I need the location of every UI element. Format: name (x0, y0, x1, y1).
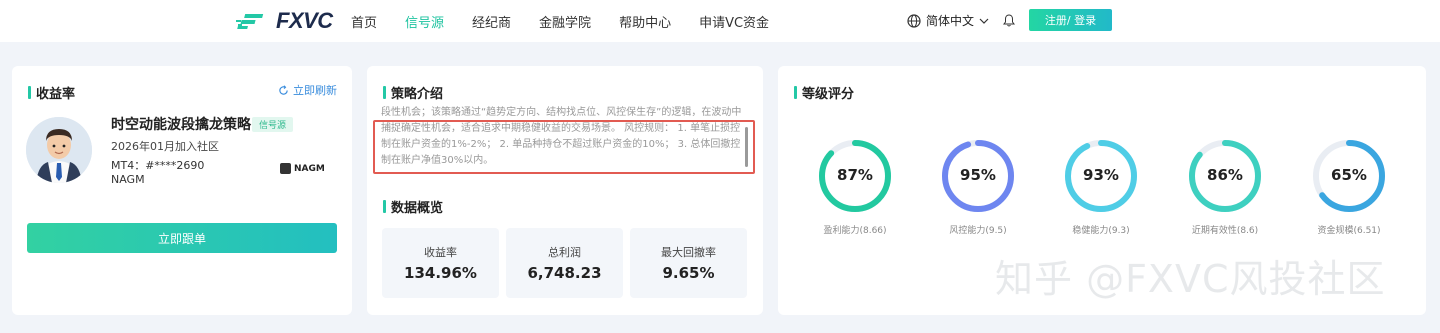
gauge-capital-scale: 65% (1311, 138, 1387, 214)
stat-return: 收益率 134.96% (382, 228, 499, 298)
fxvc-logo[interactable]: FXVC (234, 8, 333, 34)
top-navbar: FXVC 首页 信号源 经纪商 金融学院 帮助中心 申请VC资金 简体中文 注册… (0, 0, 1440, 42)
language-label: 简体中文 (926, 14, 975, 28)
return-title-text: 收益率 (36, 87, 76, 102)
mt4-account: MT4：#****2690 (111, 159, 205, 172)
avatar-illustration (26, 117, 92, 183)
stat-value: 9.65% (662, 264, 715, 282)
title-accent-bar (383, 200, 386, 213)
nav-brokers[interactable]: 经纪商 (472, 12, 511, 31)
rating-title: 等级评分 (794, 83, 854, 102)
stat-label: 总利润 (548, 246, 581, 259)
intro-scrollbar[interactable] (745, 127, 748, 167)
broker-logo-icon (280, 163, 291, 174)
gauge-label: 风控能力(9.5) (949, 226, 1007, 236)
follow-button[interactable]: 立即跟单 (27, 223, 337, 253)
title-accent-bar (383, 86, 386, 99)
watermark: 知乎 @FXVC风投社区 (995, 257, 1386, 301)
strategy-name[interactable]: 时空动能波段擒龙策略 (111, 114, 251, 134)
register-login-button[interactable]: 注册/ 登录 (1029, 9, 1112, 31)
stat-value: 6,748.23 (527, 264, 602, 282)
broker-logo-text: NAGM (294, 163, 325, 174)
gauge-value: 93% (1083, 166, 1119, 184)
intro-title-text: 策略介绍 (391, 87, 444, 102)
refresh-icon (279, 84, 288, 95)
broker-logo: NAGM (280, 163, 325, 174)
gauge-label: 资金规模(6.51) (1317, 226, 1381, 236)
profile-card (12, 66, 352, 315)
gauge-value: 65% (1331, 166, 1367, 184)
rating-title-text: 等级评分 (802, 87, 855, 102)
gauge-value: 87% (837, 166, 873, 184)
gauge-label: 盈利能力(8.66) (823, 226, 887, 236)
chevron-down-icon (979, 18, 989, 24)
gauge-label: 稳健能力(9.3) (1072, 226, 1130, 236)
refresh-label: 立即刷新 (293, 84, 337, 97)
stat-value: 134.96% (404, 264, 477, 282)
nav-help[interactable]: 帮助中心 (619, 12, 671, 31)
globe-icon (907, 13, 921, 28)
return-card-title: 收益率 (28, 83, 75, 102)
gauge-value: 86% (1207, 166, 1243, 184)
bell-icon[interactable] (1003, 14, 1015, 27)
gauge-recent-effectiveness: 86% (1187, 138, 1263, 214)
overview-title-text: 数据概览 (391, 201, 444, 216)
gauge-stability: 93% (1063, 138, 1139, 214)
intro-title: 策略介绍 (383, 83, 443, 102)
highlight-box (373, 120, 755, 174)
nav-academy[interactable]: 金融学院 (539, 12, 591, 31)
logo-mark-icon (236, 14, 264, 29)
gauge-profitability: 87% (817, 138, 893, 214)
nav-signals[interactable]: 信号源 (405, 12, 444, 31)
gauge-value: 95% (960, 166, 996, 184)
gauge-label: 近期有效性(8.6) (1191, 226, 1259, 236)
title-accent-bar (794, 86, 797, 99)
overview-title: 数据概览 (383, 197, 443, 216)
signal-source-tag: 信号源 (252, 117, 293, 132)
title-accent-bar (28, 86, 31, 99)
stat-max-drawdown: 最大回撤率 9.65% (630, 228, 747, 298)
avatar (26, 117, 92, 183)
language-selector[interactable]: 简体中文 (907, 12, 989, 29)
main-nav: 首页 信号源 经纪商 金融学院 帮助中心 申请VC资金 (351, 0, 797, 42)
logo-text: FXVC (276, 8, 333, 33)
broker-name: NAGM (111, 173, 145, 186)
nav-home[interactable]: 首页 (351, 12, 377, 31)
nav-apply-vc[interactable]: 申请VC资金 (699, 12, 769, 31)
stat-label: 最大回撤率 (661, 246, 716, 259)
join-date: 2026年01月加入社区 (111, 140, 219, 153)
stat-total-profit: 总利润 6,748.23 (506, 228, 623, 298)
gauge-risk-control: 95% (940, 138, 1016, 214)
stat-label: 收益率 (424, 246, 457, 259)
refresh-link[interactable]: 立即刷新 (278, 82, 337, 98)
